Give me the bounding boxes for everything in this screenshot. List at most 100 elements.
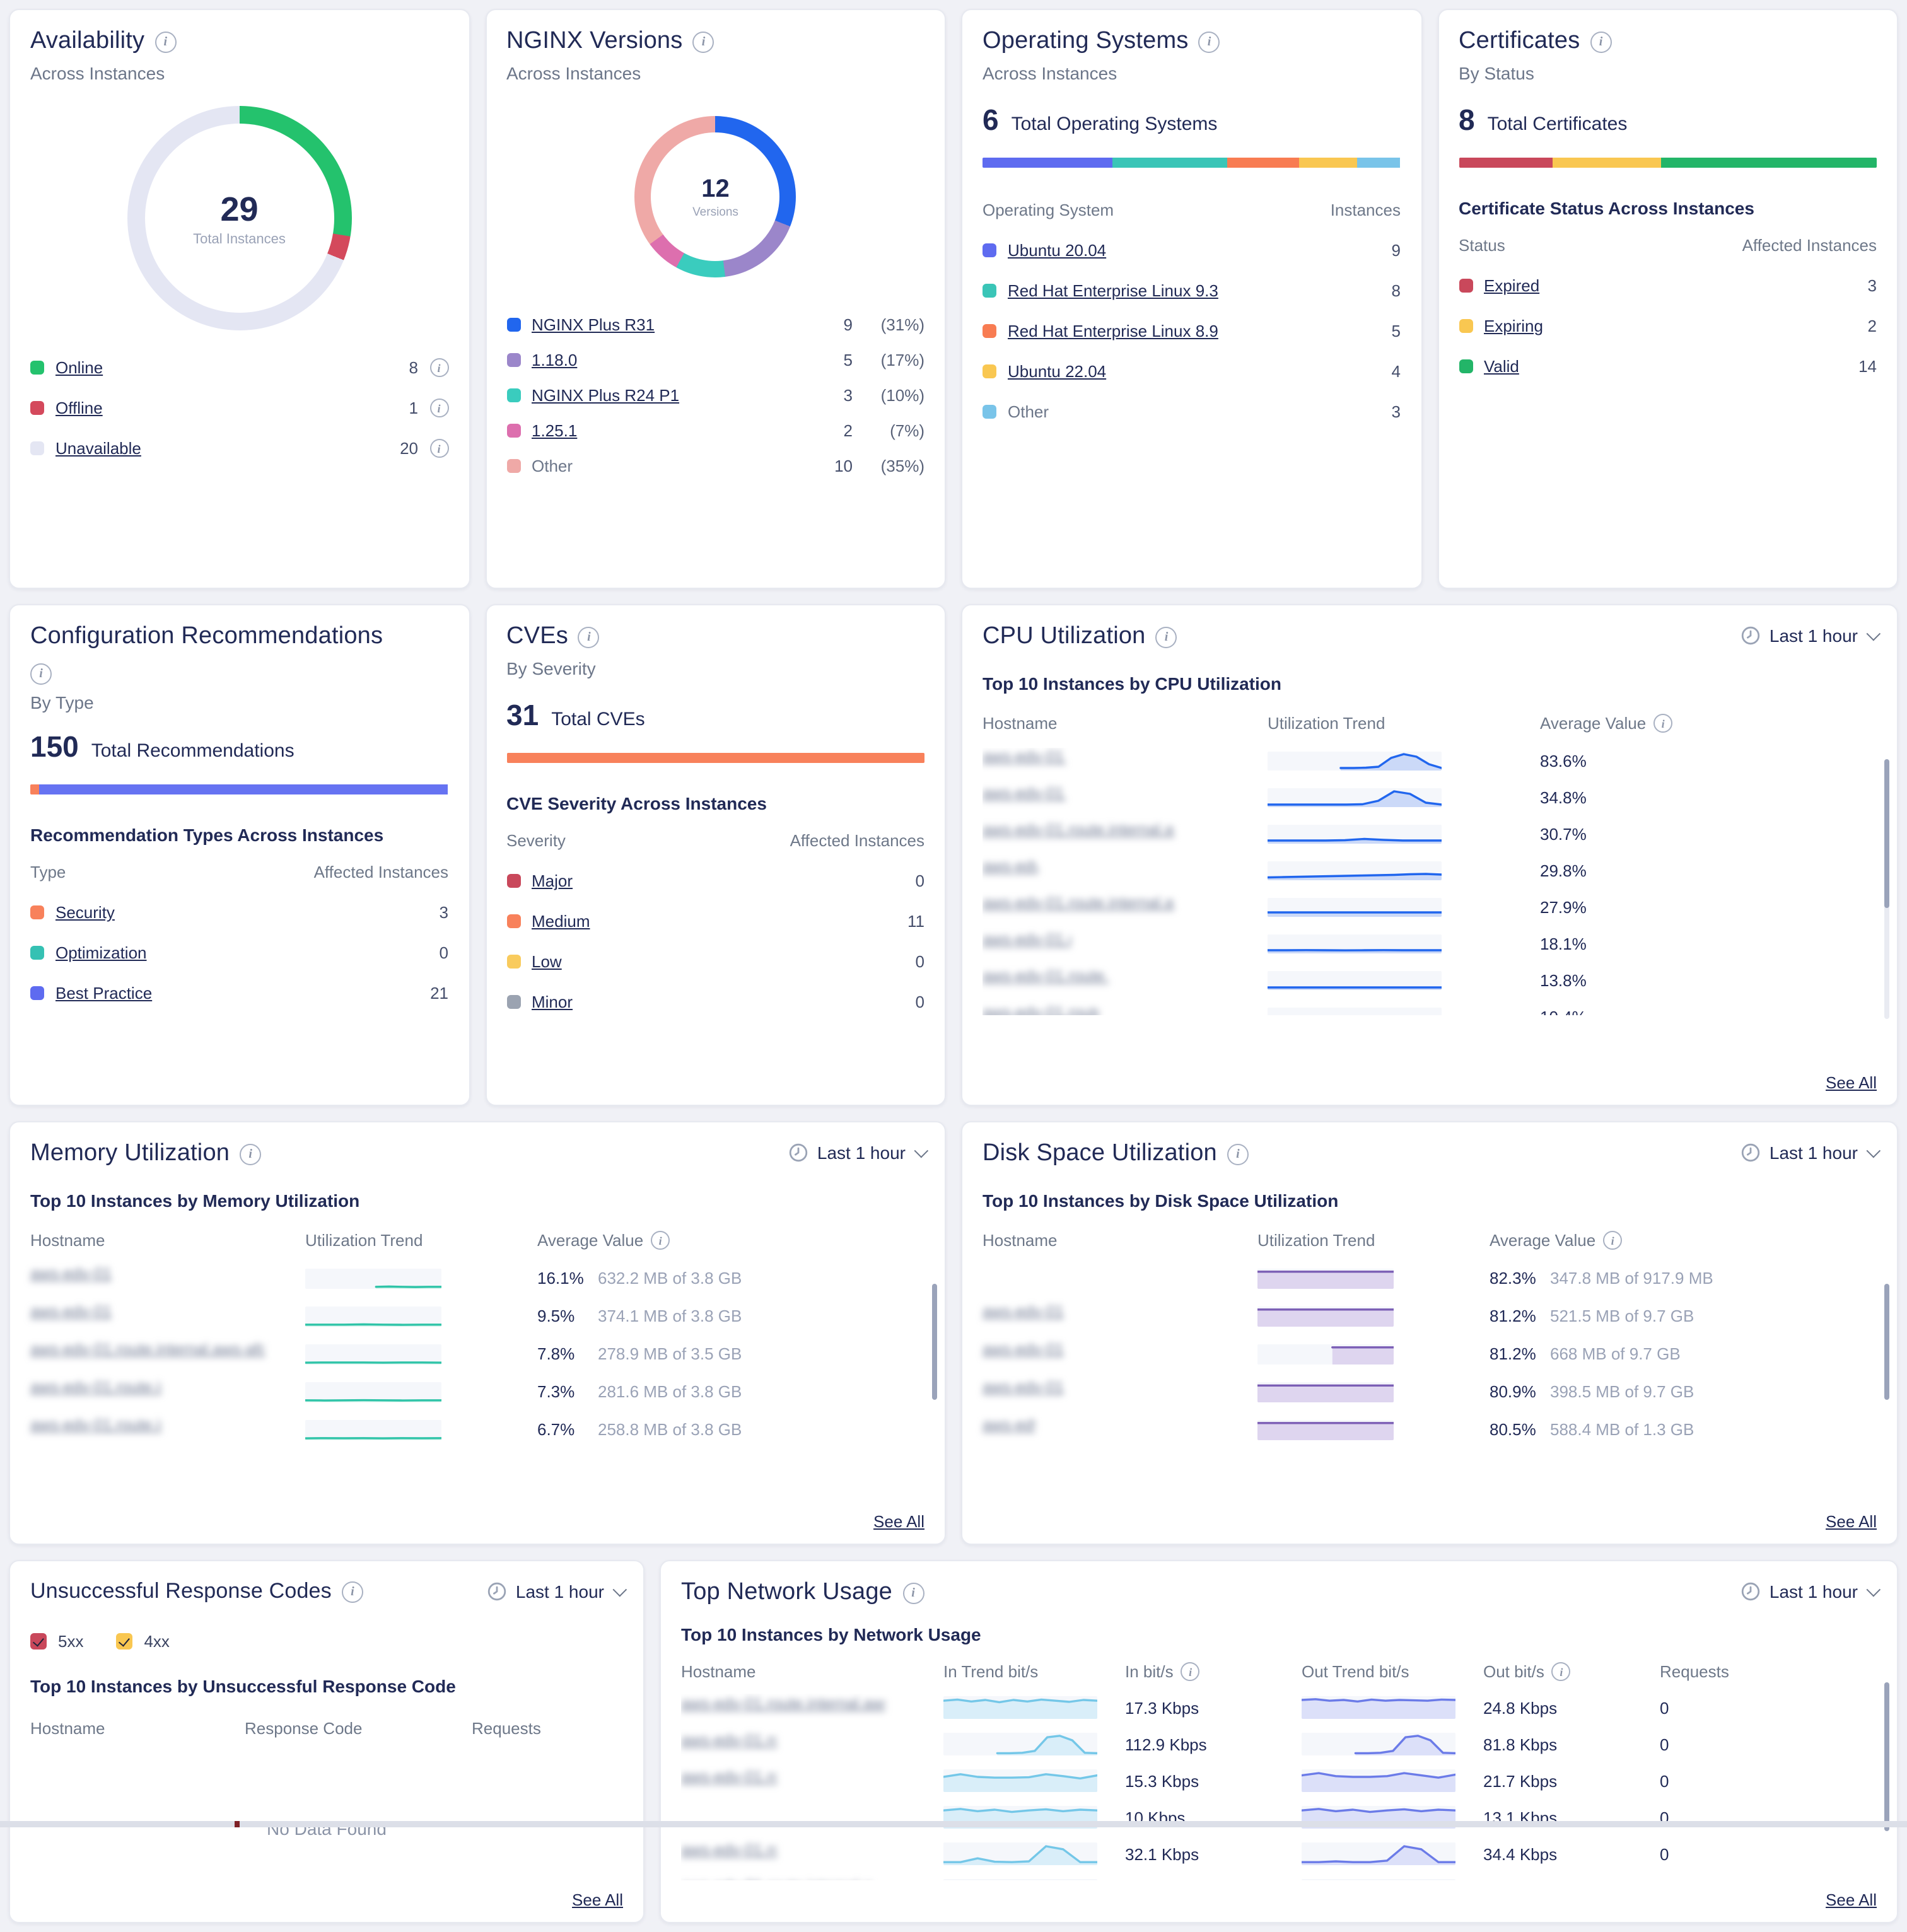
os-link[interactable]: Red Hat Enterprise Linux 8.9 (1008, 322, 1218, 340)
see-all-link[interactable]: See All (873, 1512, 924, 1531)
usage-size: 278.9 MB of 3.5 GB (598, 1344, 742, 1363)
donut-center-label: Versions (692, 205, 738, 219)
cve-link-major[interactable]: Major (532, 871, 573, 890)
hostname-link-blurred[interactable]: aws-edv-01.route.internal.aws-afc-xx-172… (983, 1378, 1063, 1399)
scrollbar-thumb[interactable] (1884, 1284, 1889, 1400)
usage-size: 521.5 MB of 9.7 GB (1550, 1306, 1694, 1325)
info-icon[interactable]: i (429, 439, 448, 458)
legend-link-version[interactable]: 1.25.1 (532, 421, 577, 440)
info-icon[interactable]: i (578, 626, 600, 648)
rec-link-security[interactable]: Security (55, 903, 115, 922)
hostname-link-blurred[interactable]: aws-edv-01.route.internal.aws-afc-xx-172… (30, 1265, 111, 1285)
legend-link-offline[interactable]: Offline (55, 399, 103, 417)
hostname-link-blurred[interactable]: aws-edv-01.route.internal.aws-afc-xx-172… (983, 821, 1174, 841)
hostname-link-blurred[interactable]: aws-edv-01.route.internal.aws-afc-xx-172… (983, 1341, 1063, 1361)
info-icon[interactable]: i (1552, 1662, 1571, 1681)
list-item: Red Hat Enterprise Linux 9.3 8 (983, 281, 1401, 300)
hostname-link-blurred[interactable]: aws-edv-01.route.internal.aws-afc-xx-172… (983, 748, 1066, 768)
info-icon[interactable]: i (1653, 714, 1672, 733)
legend-link-online[interactable]: Online (55, 358, 103, 377)
legend-link-version[interactable]: NGINX Plus R24 P1 (532, 386, 679, 405)
hostname-link-blurred[interactable]: aws-edv-01.route.internal.aws-afc-xx-172… (681, 1877, 873, 1880)
hostname-link-blurred[interactable]: aws-edv-01.route.internal.aws-afc-xx-172… (983, 784, 1066, 805)
list-item: Best Practice 21 (30, 984, 448, 1003)
hostname-link-blurred[interactable]: aws-edv-01.route.internal.aws-afc-xx-172… (681, 1767, 777, 1788)
info-icon[interactable]: i (342, 1581, 363, 1602)
column-header: Affected Instances (314, 863, 448, 882)
rec-link-best-practice[interactable]: Best Practice (55, 984, 152, 1003)
info-icon[interactable]: i (1156, 626, 1177, 648)
legend-link-unavailable[interactable]: Unavailable (55, 439, 141, 458)
os-link[interactable]: Ubuntu 20.04 (1008, 241, 1106, 260)
info-icon[interactable]: i (30, 663, 52, 685)
info-icon[interactable]: i (692, 31, 714, 52)
see-all-link[interactable]: See All (1826, 1890, 1877, 1909)
hostname-link-blurred[interactable]: aws-edv-01.route.internal.aws-afc-xx-172… (30, 1303, 111, 1323)
info-icon[interactable]: i (902, 1582, 924, 1603)
hostname-link-blurred[interactable]: aws-edv-01.route.internal.aws-afc-xx-172… (983, 1416, 1035, 1436)
info-icon[interactable]: i (1181, 1662, 1200, 1681)
legend-pct: (10%) (864, 386, 924, 405)
os-link[interactable]: Red Hat Enterprise Linux 9.3 (1008, 281, 1218, 300)
page-horizontal-scrollbar[interactable] (0, 1821, 1907, 1827)
utilization-sparkline (1268, 898, 1442, 917)
info-icon[interactable]: i (429, 399, 448, 417)
column-header: Affected Instances (1742, 236, 1877, 255)
info-icon[interactable]: i (1227, 1143, 1249, 1165)
cve-link-medium[interactable]: Medium (532, 912, 590, 931)
cve-link-minor[interactable]: Minor (532, 992, 573, 1011)
os-count: 5 (1392, 322, 1401, 340)
info-icon[interactable]: i (155, 31, 176, 52)
cve-link-low[interactable]: Low (532, 952, 562, 971)
see-all-link[interactable]: See All (572, 1890, 623, 1909)
hostname-link-blurred[interactable]: aws-edv-01.route.internal.aws-afc-xx-172… (30, 1416, 161, 1436)
scrollbar-thumb[interactable] (932, 1284, 937, 1400)
time-range-select[interactable]: Last 1 hour (1741, 1143, 1877, 1163)
hostname-link-blurred[interactable]: aws-edv-01.route.internal.aws-afc-xx-172… (30, 1341, 265, 1361)
hostname-link-blurred[interactable]: aws-edv-01.route.internal.aws-afc-xx-172… (681, 1731, 777, 1751)
os-link[interactable]: Ubuntu 22.04 (1008, 362, 1106, 381)
cert-link-expired[interactable]: Expired (1484, 276, 1539, 295)
filter-5xx-checkbox[interactable]: 5xx (30, 1632, 83, 1651)
checkbox-checked[interactable] (116, 1633, 132, 1650)
hostname-link-blurred[interactable]: aws-edv-01.route.internal.aws-afc-xx-172… (983, 1303, 1063, 1323)
see-all-link[interactable]: See All (1826, 1512, 1877, 1531)
scrollbar-thumb[interactable] (1884, 759, 1889, 908)
hostname-link-blurred[interactable]: aws-edv-01.route.internal.aws-afc-xx-172… (681, 1694, 885, 1714)
info-icon[interactable]: i (240, 1143, 261, 1165)
hostname-link-blurred[interactable]: aws-edv-01.route.internal.aws-afc-xx-172… (983, 894, 1174, 914)
chevron-down-icon (1867, 1583, 1881, 1597)
scrollbar-track[interactable] (1884, 759, 1889, 1019)
info-icon[interactable]: i (429, 358, 448, 377)
hostname-link-blurred[interactable]: aws-edv-01.route.internal.aws-afc-xx-172… (983, 858, 1038, 878)
cert-link-valid[interactable]: Valid (1484, 357, 1519, 376)
legend-link-version[interactable]: 1.18.0 (532, 351, 577, 370)
cert-link-expiring[interactable]: Expiring (1484, 317, 1543, 335)
hostname-link-blurred[interactable]: aws-edv-01.route.internal.aws-afc-xx-172… (983, 1004, 1099, 1015)
column-header: Affected Instances (790, 831, 924, 850)
hostname-link-blurred[interactable]: aws-edv-01.route.internal.aws-afc-xx-172… (30, 1378, 161, 1399)
time-range-select[interactable]: Last 1 hour (1741, 1581, 1877, 1602)
info-icon[interactable]: i (1199, 31, 1220, 52)
hostname-link-blurred[interactable]: aws-edv-01.route.internal.aws-afc-xx-172… (681, 1841, 777, 1861)
info-icon[interactable]: i (1590, 31, 1611, 52)
info-icon[interactable]: i (651, 1231, 670, 1250)
info-icon[interactable]: i (1603, 1231, 1622, 1250)
see-all-link[interactable]: See All (1826, 1073, 1877, 1092)
column-header: Average Value (1490, 1231, 1595, 1250)
legend-swatch (506, 995, 520, 1009)
scrollbar-thumb[interactable] (1884, 1682, 1889, 1831)
card-subtitle: Across Instances (30, 63, 448, 83)
hostname-link-blurred[interactable]: aws-edv-01.route.internal.aws-afc-xx-172… (983, 931, 1071, 951)
time-range-select[interactable]: Last 1 hour (788, 1143, 924, 1163)
hostname-link-blurred[interactable]: aws-edv-01.route.internal.aws-afc-xx-172… (983, 967, 1109, 987)
time-range-select[interactable]: Last 1 hour (487, 1581, 623, 1602)
column-header: Type (30, 863, 66, 882)
out-trend-sparkline (1302, 1696, 1455, 1719)
filter-4xx-checkbox[interactable]: 4xx (116, 1632, 169, 1651)
operating-systems-card: Operating Systems i Across Instances 6 T… (961, 9, 1422, 589)
rec-link-optimization[interactable]: Optimization (55, 943, 147, 962)
legend-link-version[interactable]: NGINX Plus R31 (532, 315, 655, 334)
checkbox-checked[interactable] (30, 1633, 47, 1650)
time-range-select[interactable]: Last 1 hour (1741, 626, 1877, 646)
